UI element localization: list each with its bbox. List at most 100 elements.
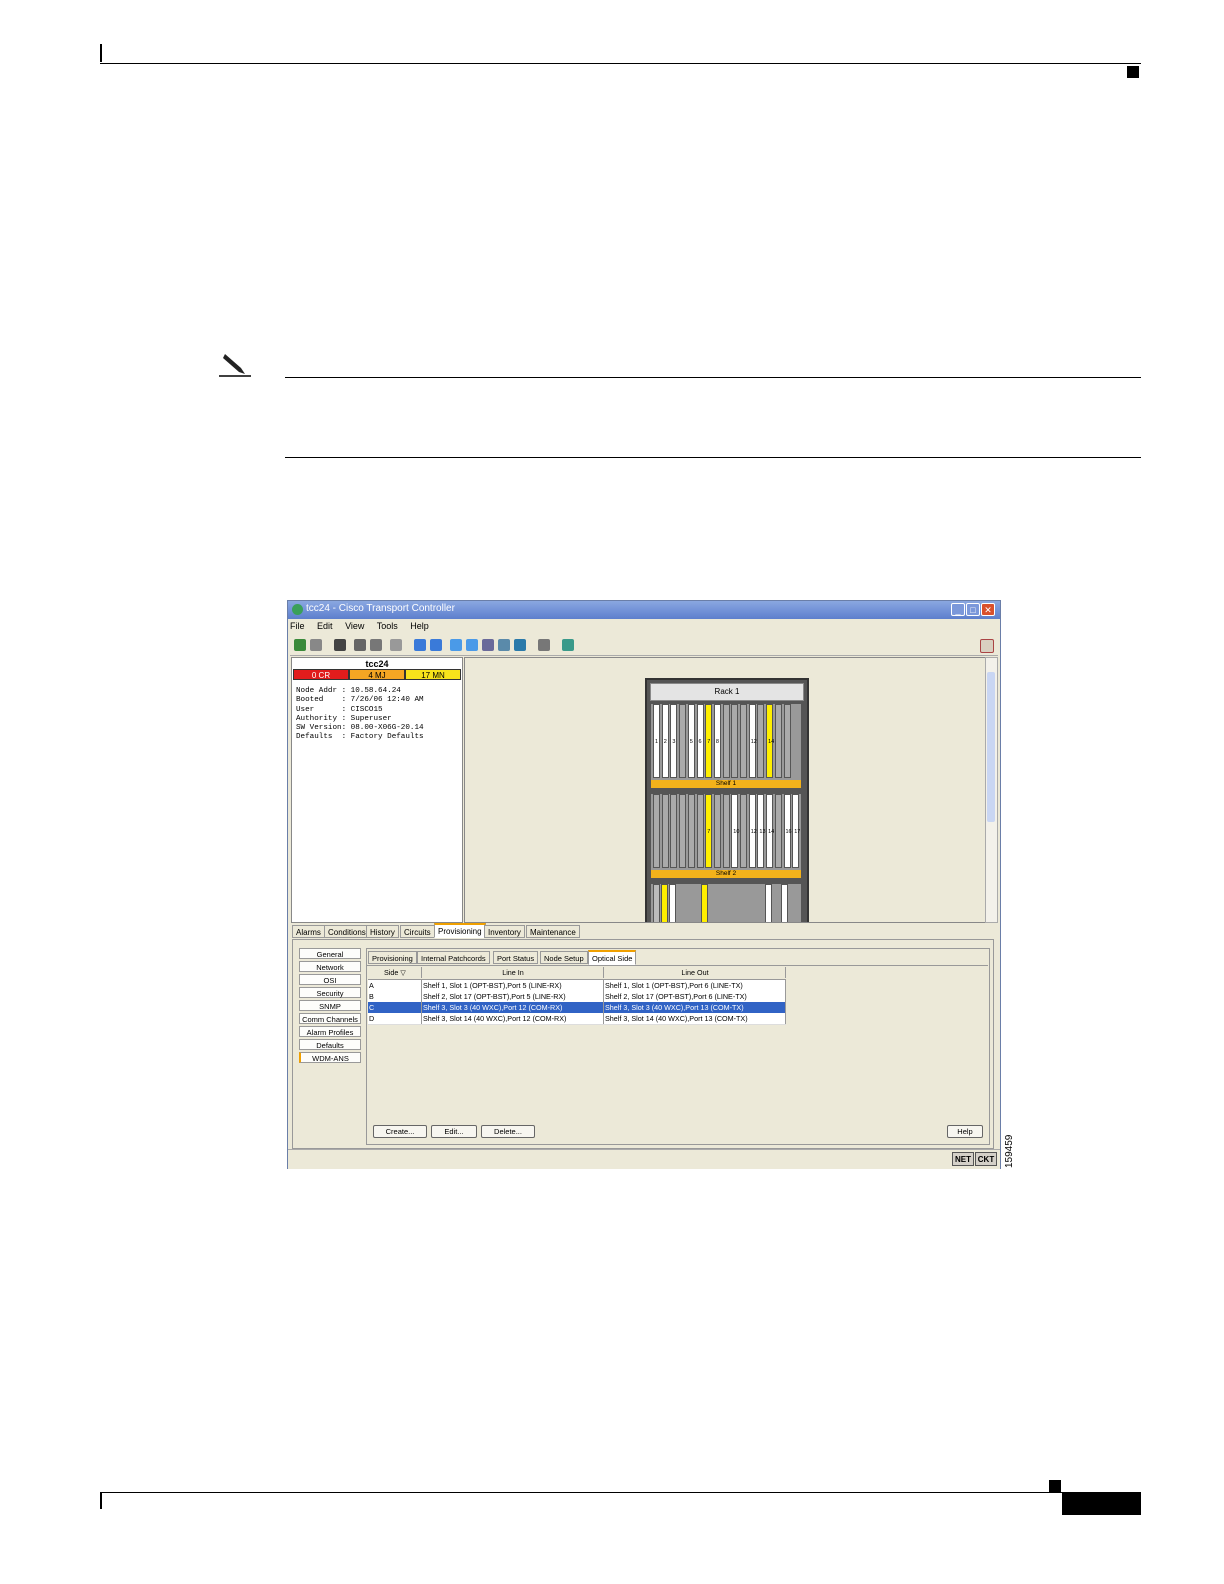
up-arrow-icon[interactable] [450, 639, 462, 651]
slot[interactable]: 10 [731, 794, 739, 868]
slot[interactable] [722, 794, 730, 868]
tab-maintenance[interactable]: Maintenance [526, 925, 580, 938]
slot[interactable] [670, 794, 678, 868]
slot[interactable]: 14 [766, 794, 774, 868]
header-line-in[interactable]: Line In [422, 967, 604, 978]
menu-view[interactable]: View [345, 621, 364, 631]
zoom-icon[interactable] [498, 639, 510, 651]
slot[interactable] [713, 794, 721, 868]
shelf-view-scrollbar[interactable] [985, 657, 998, 923]
home-icon[interactable] [514, 639, 526, 651]
slot[interactable] [781, 884, 788, 922]
help-icon[interactable] [980, 639, 994, 653]
tab-provisioning[interactable]: Provisioning [434, 923, 486, 938]
side-network[interactable]: Network [299, 961, 361, 972]
tab-circuits[interactable]: Circuits [400, 925, 435, 938]
menu-edit[interactable]: Edit [317, 621, 333, 631]
slot[interactable]: 7 [705, 794, 713, 868]
table-row[interactable]: D Shelf 3, Slot 14 (40 WXC),Port 12 (COM… [368, 1013, 786, 1025]
slot[interactable]: 5 [687, 704, 695, 778]
slot[interactable]: 7 [705, 704, 713, 778]
slot[interactable] [701, 884, 708, 922]
tab-history[interactable]: History [366, 925, 399, 938]
tree-icon[interactable] [538, 639, 550, 651]
shelf-3[interactable] [651, 884, 801, 922]
side-comm-channels[interactable]: Comm Channels [299, 1013, 361, 1024]
critical-alarm-count[interactable]: 0 CR [293, 669, 349, 680]
slot[interactable]: 12 [748, 704, 757, 778]
create-button[interactable]: Create... [373, 1125, 427, 1138]
header-side[interactable]: Side ▽ [368, 967, 422, 978]
major-alarm-count[interactable]: 4 MJ [349, 669, 405, 680]
shelf-2[interactable]: 17 16 14 13 12 10 7 Shelf 2 [651, 794, 801, 878]
forward-arrow-icon[interactable] [430, 639, 442, 651]
slot[interactable] [722, 704, 730, 778]
slot[interactable]: 17 [792, 794, 800, 868]
slot[interactable] [774, 704, 782, 778]
side-snmp[interactable]: SNMP [299, 1000, 361, 1011]
slot[interactable]: 1 [653, 704, 660, 778]
slot[interactable] [696, 794, 704, 868]
subtab-port-status[interactable]: Port Status [493, 951, 539, 964]
menu-file[interactable]: File [290, 621, 305, 631]
net-button[interactable]: NET [952, 1152, 974, 1166]
menu-tools[interactable]: Tools [377, 621, 398, 631]
slot[interactable]: 14 [766, 704, 774, 778]
slot[interactable] [679, 704, 687, 778]
subtab-optical-side[interactable]: Optical Side [588, 950, 637, 965]
slot[interactable] [731, 704, 739, 778]
help-button[interactable]: Help [947, 1125, 983, 1138]
slot[interactable]: 6 [696, 704, 704, 778]
slot[interactable]: 16 [783, 794, 792, 868]
globe-icon[interactable] [294, 639, 306, 651]
edit-button[interactable]: Edit... [431, 1125, 477, 1138]
minimize-button[interactable]: _ [951, 603, 965, 616]
slot[interactable] [661, 884, 668, 922]
slot[interactable] [653, 794, 660, 868]
maximize-button[interactable]: □ [966, 603, 980, 616]
delete-button[interactable]: Delete... [481, 1125, 535, 1138]
stop-icon[interactable] [310, 639, 322, 651]
export-icon[interactable] [370, 639, 382, 651]
side-alarm-profiles[interactable]: Alarm Profiles [299, 1026, 361, 1037]
slot[interactable] [774, 794, 782, 868]
side-general[interactable]: General [299, 948, 361, 959]
ckt-button[interactable]: CKT [975, 1152, 997, 1166]
side-security[interactable]: Security [299, 987, 361, 998]
slot[interactable] [653, 884, 660, 922]
scroll-thumb[interactable] [987, 672, 995, 822]
slot[interactable] [783, 704, 791, 778]
side-defaults[interactable]: Defaults [299, 1039, 361, 1050]
header-line-out[interactable]: Line Out [604, 967, 786, 978]
tab-conditions[interactable]: Conditions [324, 925, 370, 938]
subtab-provisioning[interactable]: Provisioning [368, 951, 417, 964]
slot[interactable]: 8 [713, 704, 721, 778]
slot[interactable] [669, 884, 676, 922]
slot[interactable]: 2 [661, 704, 669, 778]
print-icon[interactable] [354, 639, 366, 651]
lock-icon[interactable] [334, 639, 346, 651]
slot[interactable] [661, 794, 669, 868]
slot[interactable] [740, 794, 747, 868]
down-arrow-icon[interactable] [466, 639, 478, 651]
side-wdm-ans[interactable]: WDM-ANS [299, 1052, 361, 1063]
title-bar[interactable]: tcc24 - Cisco Transport Controller _ □ ✕ [288, 601, 1000, 619]
tab-alarms[interactable]: Alarms [292, 925, 325, 938]
tab-inventory[interactable]: Inventory [484, 925, 525, 938]
side-osi[interactable]: OSI [299, 974, 361, 985]
menu-help[interactable]: Help [410, 621, 429, 631]
slot[interactable]: 12 [748, 794, 757, 868]
slot[interactable] [679, 794, 687, 868]
copy-icon[interactable] [390, 639, 402, 651]
minor-alarm-count[interactable]: 17 MN [405, 669, 461, 680]
slot[interactable] [765, 884, 772, 922]
slot[interactable]: 3 [670, 704, 678, 778]
slot[interactable] [757, 704, 765, 778]
network-icon[interactable] [482, 639, 494, 651]
back-arrow-icon[interactable] [414, 639, 426, 651]
slot[interactable]: 13 [757, 794, 766, 868]
subtab-node-setup[interactable]: Node Setup [540, 951, 588, 964]
close-button[interactable]: ✕ [981, 603, 995, 616]
slot[interactable] [740, 704, 747, 778]
subtab-internal-patchcords[interactable]: Internal Patchcords [417, 951, 490, 964]
